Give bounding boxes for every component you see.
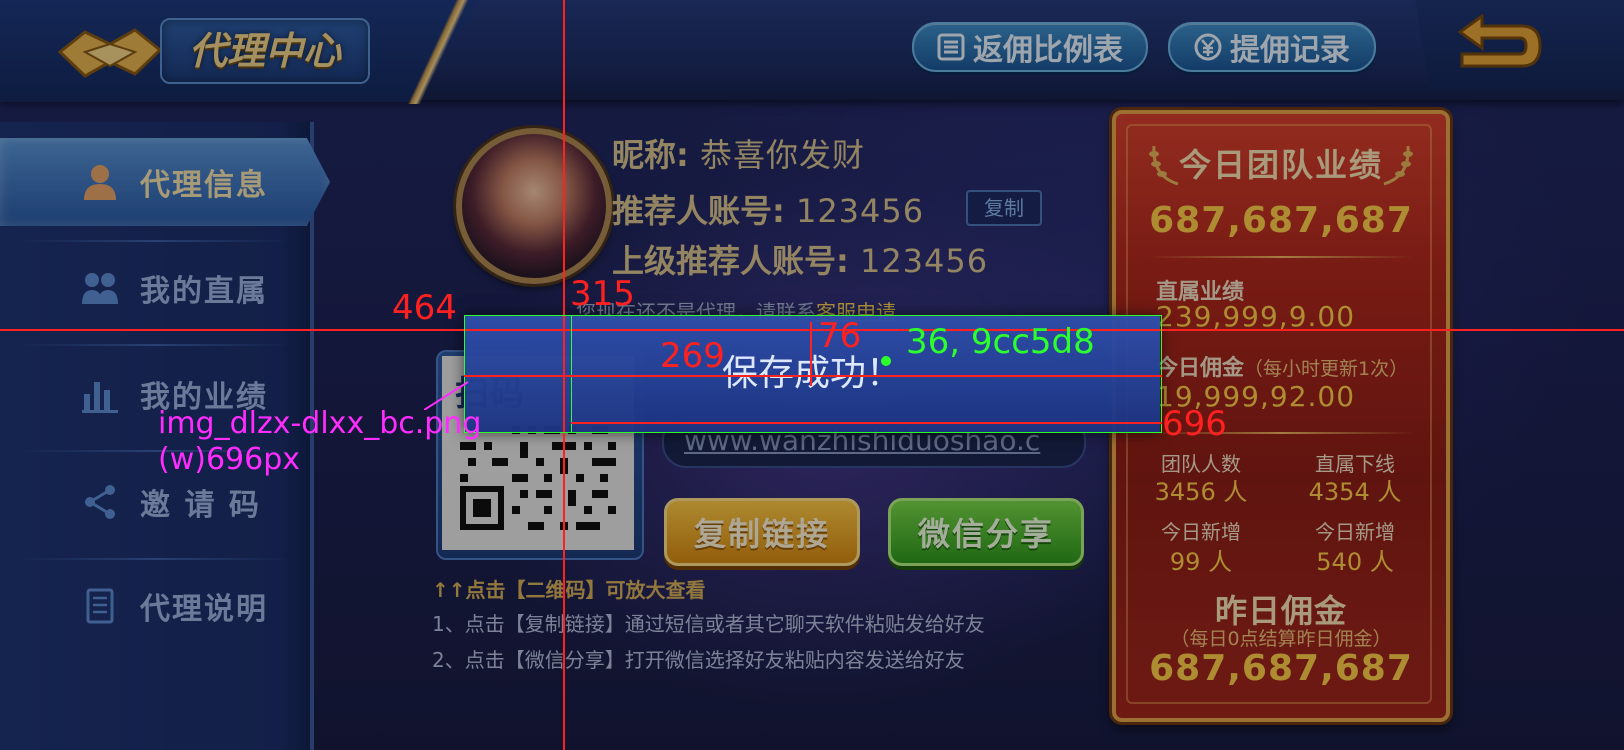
annotation-inner-y: 76 <box>818 316 862 356</box>
annotation-left: 464 <box>392 288 457 328</box>
annotation-top: 315 <box>570 274 635 314</box>
guide-tick <box>810 322 812 386</box>
annotation-color-note: 36, 9cc5d8 <box>906 322 1095 362</box>
annotation-inner-x: 269 <box>660 336 725 376</box>
annotation-right: 696 <box>1162 404 1227 444</box>
guide-bottom <box>571 422 1162 424</box>
game-screen: 代理中心 返佣比例表 提佣记录 代理信息 我的直属 我的业绩 邀 请 码 代理说… <box>0 0 1624 750</box>
annotation-asset-name: img_dlzx-dlxx_bc.png <box>158 406 482 441</box>
guide-line-inner <box>464 375 1162 377</box>
annotation-asset-width: (w)696px <box>158 442 301 477</box>
